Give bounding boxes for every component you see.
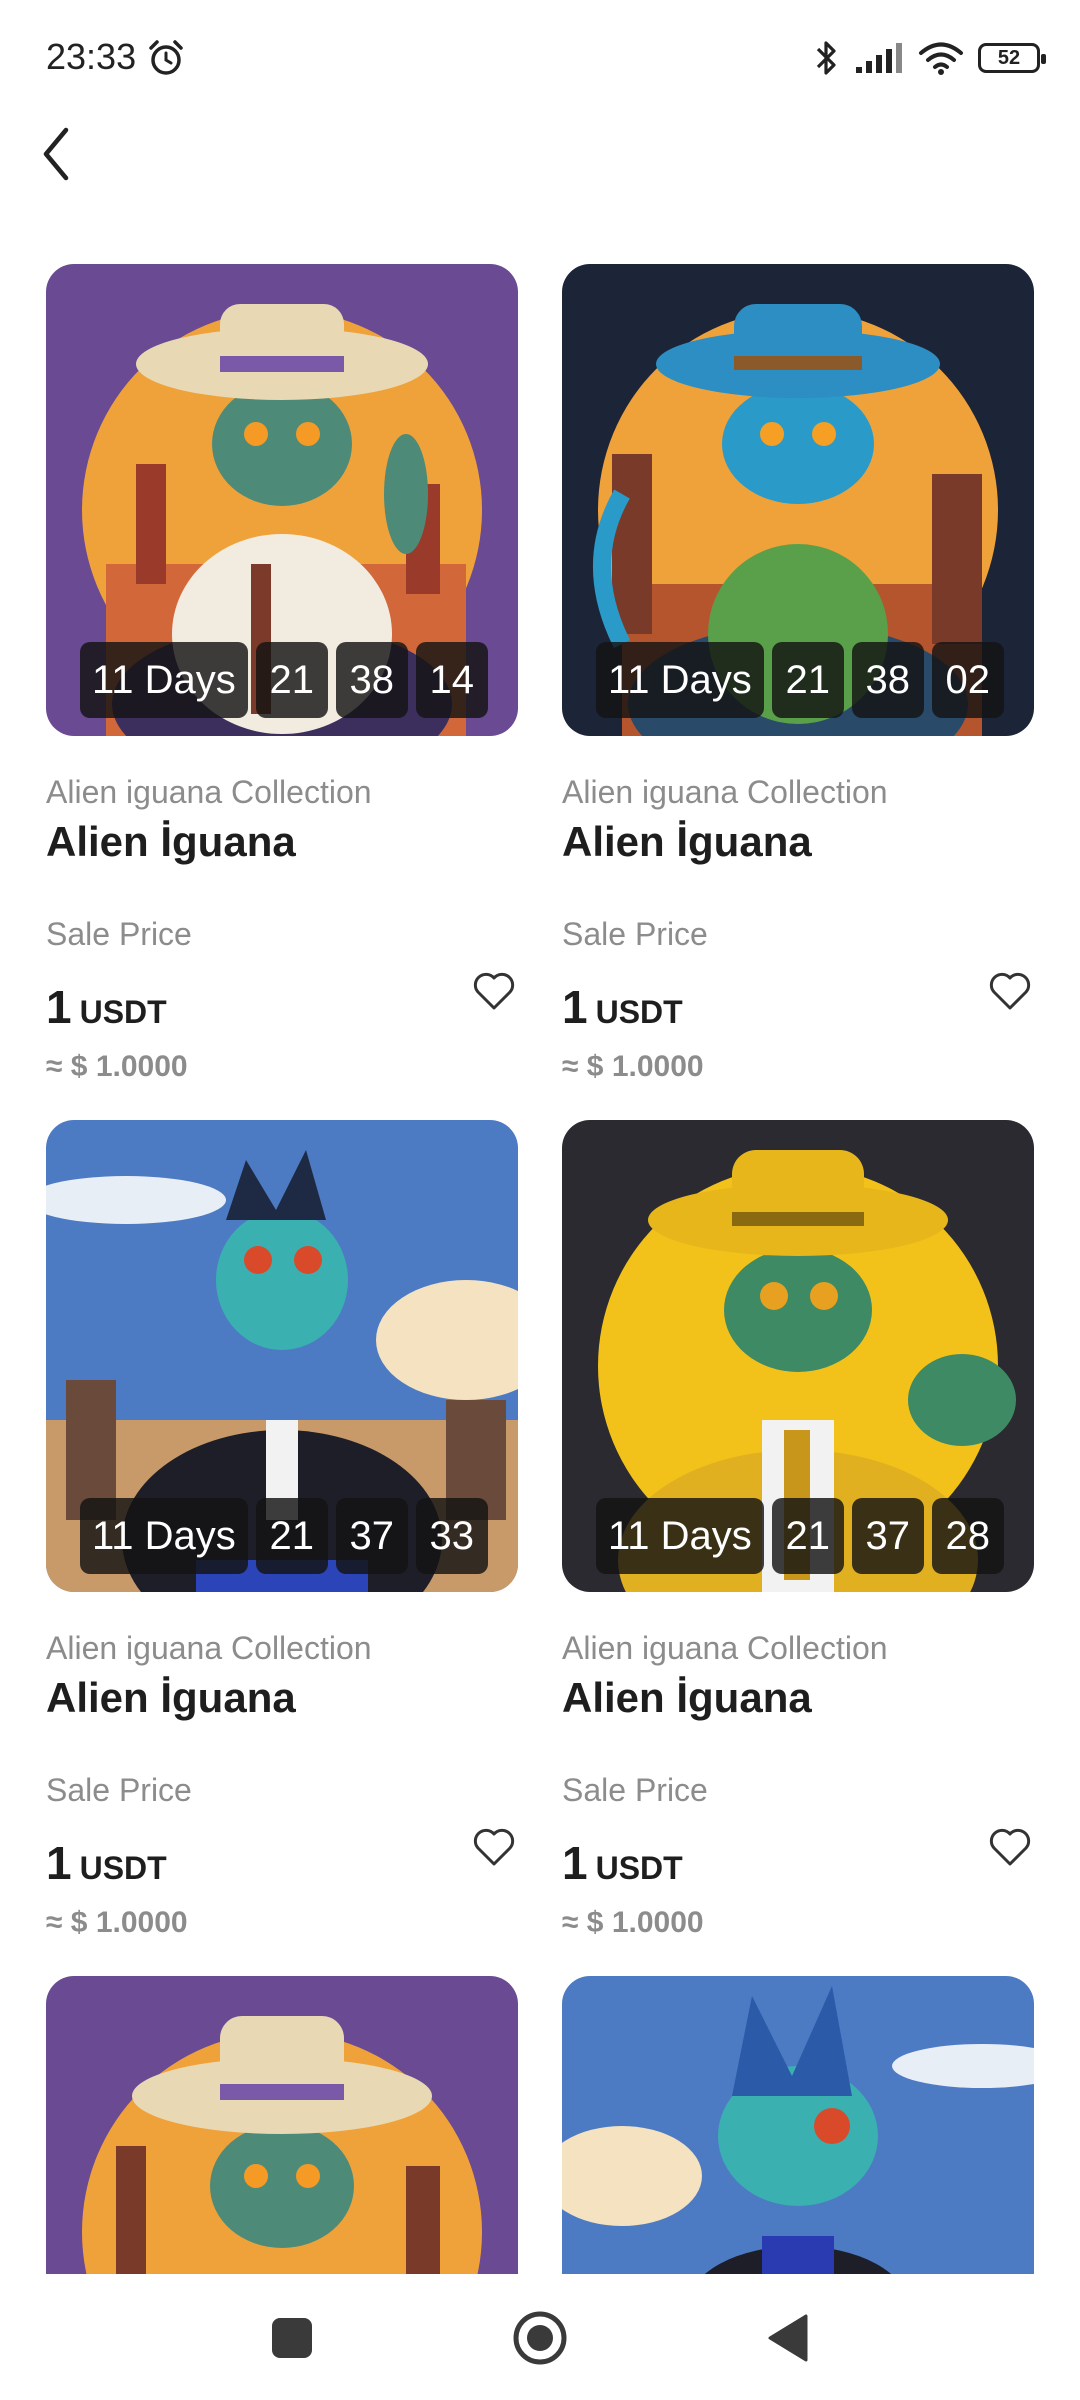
recents-icon[interactable] bbox=[262, 2308, 322, 2368]
status-bar: 23:33 52 bbox=[0, 0, 1080, 110]
bluetooth-icon bbox=[816, 41, 836, 75]
countdown-hours: 21 bbox=[255, 1498, 328, 1574]
sale-price-label: Sale Price bbox=[562, 916, 708, 952]
countdown-timer: 11 Days 21 38 02 bbox=[596, 642, 1004, 718]
collection-name: Alien iguana Collection bbox=[562, 1630, 888, 1666]
home-icon[interactable] bbox=[510, 2308, 570, 2368]
countdown-hours: 21 bbox=[771, 1498, 844, 1574]
nft-name: Alien İguana bbox=[46, 1674, 296, 1721]
price-currency: USDT bbox=[595, 994, 683, 1030]
price-value: 1 bbox=[46, 1837, 72, 1889]
heart-icon[interactable] bbox=[986, 966, 1034, 1014]
price-usd: ≈ $ 1.0000 bbox=[562, 1906, 704, 1939]
countdown-timer: 11 Days 21 37 33 bbox=[80, 1498, 488, 1574]
battery-level: 52 bbox=[997, 46, 1021, 69]
price-currency: USDT bbox=[79, 994, 167, 1030]
wifi-icon bbox=[919, 42, 963, 75]
collection-name: Alien iguana Collection bbox=[46, 774, 372, 810]
price-usd: ≈ $ 1.0000 bbox=[46, 1906, 188, 1939]
countdown-days: 11 Days bbox=[596, 1498, 764, 1574]
countdown-timer: 11 Days 21 38 14 bbox=[80, 642, 488, 718]
price-usd: ≈ $ 1.0000 bbox=[562, 1050, 704, 1083]
collection-name: Alien iguana Collection bbox=[562, 774, 888, 810]
countdown-hours: 21 bbox=[771, 642, 844, 718]
price-value: 1 bbox=[562, 981, 588, 1033]
back-icon[interactable] bbox=[758, 2308, 818, 2368]
sale-price-label: Sale Price bbox=[562, 1772, 708, 1808]
countdown-minutes: 37 bbox=[335, 1498, 408, 1574]
countdown-seconds: 14 bbox=[415, 642, 488, 718]
price: 1 USDT bbox=[562, 980, 683, 1034]
price-value: 1 bbox=[562, 1837, 588, 1889]
alarm-icon bbox=[149, 40, 183, 75]
nft-image[interactable]: 11 Days 21 37 33 bbox=[46, 1120, 518, 1592]
nft-image[interactable]: 11 Days 21 38 02 bbox=[562, 264, 1034, 736]
battery-icon: 52 bbox=[978, 43, 1046, 73]
price: 1 USDT bbox=[46, 980, 167, 1034]
countdown-minutes: 37 bbox=[851, 1498, 924, 1574]
nft-grid: 11 Days 21 38 14 Alien iguana Collection… bbox=[0, 264, 1080, 2274]
status-time: 23:33 bbox=[46, 36, 137, 77]
signal-icon bbox=[856, 43, 902, 73]
countdown-minutes: 38 bbox=[851, 642, 924, 718]
nft-name: Alien İguana bbox=[562, 1674, 812, 1721]
nft-image[interactable]: 11 Days 21 37 28 bbox=[562, 1120, 1034, 1592]
price: 1 USDT bbox=[46, 1836, 167, 1890]
back-button[interactable] bbox=[34, 122, 78, 186]
countdown-seconds: 28 bbox=[931, 1498, 1004, 1574]
countdown-days: 11 Days bbox=[596, 642, 764, 718]
countdown-days: 11 Days bbox=[80, 1498, 248, 1574]
nft-image[interactable] bbox=[562, 1976, 1034, 2274]
countdown-timer: 11 Days 21 37 28 bbox=[596, 1498, 1004, 1574]
sale-price-label: Sale Price bbox=[46, 1772, 192, 1808]
countdown-days: 11 Days bbox=[80, 642, 248, 718]
price-value: 1 bbox=[46, 981, 72, 1033]
nft-name: Alien İguana bbox=[562, 818, 812, 865]
nft-name: Alien İguana bbox=[46, 818, 296, 865]
countdown-seconds: 02 bbox=[931, 642, 1004, 718]
countdown-hours: 21 bbox=[255, 642, 328, 718]
countdown-seconds: 33 bbox=[415, 1498, 488, 1574]
system-nav-bar bbox=[0, 2274, 1080, 2400]
price: 1 USDT bbox=[562, 1836, 683, 1890]
sale-price-label: Sale Price bbox=[46, 916, 192, 952]
heart-icon[interactable] bbox=[470, 1822, 518, 1870]
heart-icon[interactable] bbox=[470, 966, 518, 1014]
price-currency: USDT bbox=[595, 1850, 683, 1886]
price-currency: USDT bbox=[79, 1850, 167, 1886]
nft-image[interactable] bbox=[46, 1976, 518, 2274]
heart-icon[interactable] bbox=[986, 1822, 1034, 1870]
price-usd: ≈ $ 1.0000 bbox=[46, 1050, 188, 1083]
countdown-minutes: 38 bbox=[335, 642, 408, 718]
nft-image[interactable]: 11 Days 21 38 14 bbox=[46, 264, 518, 736]
status-icons: 52 bbox=[814, 36, 1046, 80]
collection-name: Alien iguana Collection bbox=[46, 1630, 372, 1666]
